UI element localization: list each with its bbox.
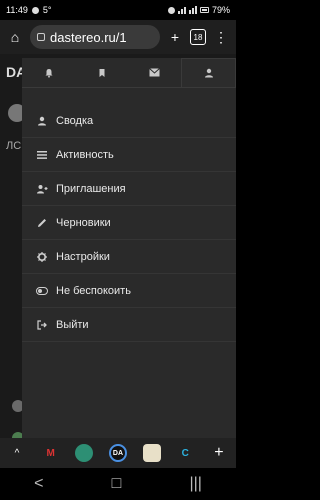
tab-messages[interactable] [128,58,181,87]
new-tab-button[interactable]: + [166,28,184,46]
list-icon [36,149,48,161]
notification-icon [167,6,175,14]
menu-item-label: Выйти [56,318,89,331]
menu-item-drafts[interactable]: Черновики [22,206,236,240]
user-icon [204,68,213,78]
tab-bookmarks[interactable] [75,58,128,87]
menu-item-settings[interactable]: Настройки [22,240,236,274]
clock: 11:49 [6,5,28,15]
chevron-up-icon[interactable]: ^ [8,444,26,462]
back-button[interactable]: < [34,475,43,493]
metro-icon[interactable]: M [42,444,60,462]
battery-icon [199,7,209,13]
menu-item-invitations[interactable]: Приглашения [22,172,236,206]
more-menu-icon[interactable]: ⋮ [212,28,230,46]
menu-item-logout[interactable]: Выйти [22,308,236,342]
pencil-icon [36,217,48,229]
page-text: ЛС [6,140,22,152]
tab-account[interactable] [181,58,236,87]
c-icon[interactable]: C [176,444,194,462]
battery-level: 79% [211,5,230,15]
menu-item-label: Приглашения [56,182,126,195]
account-menu: Сводка Активность Приглашения Черновики … [22,88,236,342]
lock-icon [37,33,45,41]
system-nav-bar: < □ ||| [0,468,236,500]
browser-bottom-bar: ^ M DA C + [0,438,236,468]
address-bar[interactable]: dastereo.ru/1 [30,25,160,49]
browser-toolbar: ⌂ dastereo.ru/1 + 18 ⋮ [0,20,236,54]
bell-icon [45,68,52,78]
wifi-icon [188,6,197,14]
home-icon[interactable]: ⌂ [6,28,24,46]
tab-count-button[interactable]: 18 [190,29,206,45]
gear-icon [36,251,48,263]
toggle-icon [36,285,48,297]
menu-item-label: Черновики [56,216,111,229]
url-text: dastereo.ru/1 [50,29,127,45]
menu-item-label: Не беспокоить [56,284,131,297]
signal-icon [177,6,186,14]
menu-item-do-not-disturb[interactable]: Не беспокоить [22,274,236,308]
note-icon[interactable] [142,444,161,462]
dots-icon[interactable] [75,444,94,462]
home-button[interactable]: □ [112,475,122,493]
da-icon[interactable]: DA [108,444,127,462]
info-icon [31,6,39,14]
plus-icon[interactable]: + [210,444,228,462]
recent-apps-button[interactable]: ||| [189,475,201,493]
logout-icon [36,319,48,331]
tab-alerts[interactable] [22,58,75,87]
temperature: 5° [42,5,52,15]
user-plus-icon [36,183,48,195]
account-menu-panel: Сводка Активность Приглашения Черновики … [22,58,236,438]
status-bar: 11:49 5° 79% [0,0,236,20]
menu-item-activity[interactable]: Активность [22,138,236,172]
bookmark-icon [99,68,104,77]
menu-item-label: Активность [56,148,114,161]
menu-item-label: Настройки [56,250,110,263]
envelope-icon [149,68,160,77]
menu-item-summary[interactable]: Сводка [22,104,236,138]
panel-tabbar [22,58,236,88]
user-icon [36,115,48,127]
menu-item-label: Сводка [56,114,94,127]
